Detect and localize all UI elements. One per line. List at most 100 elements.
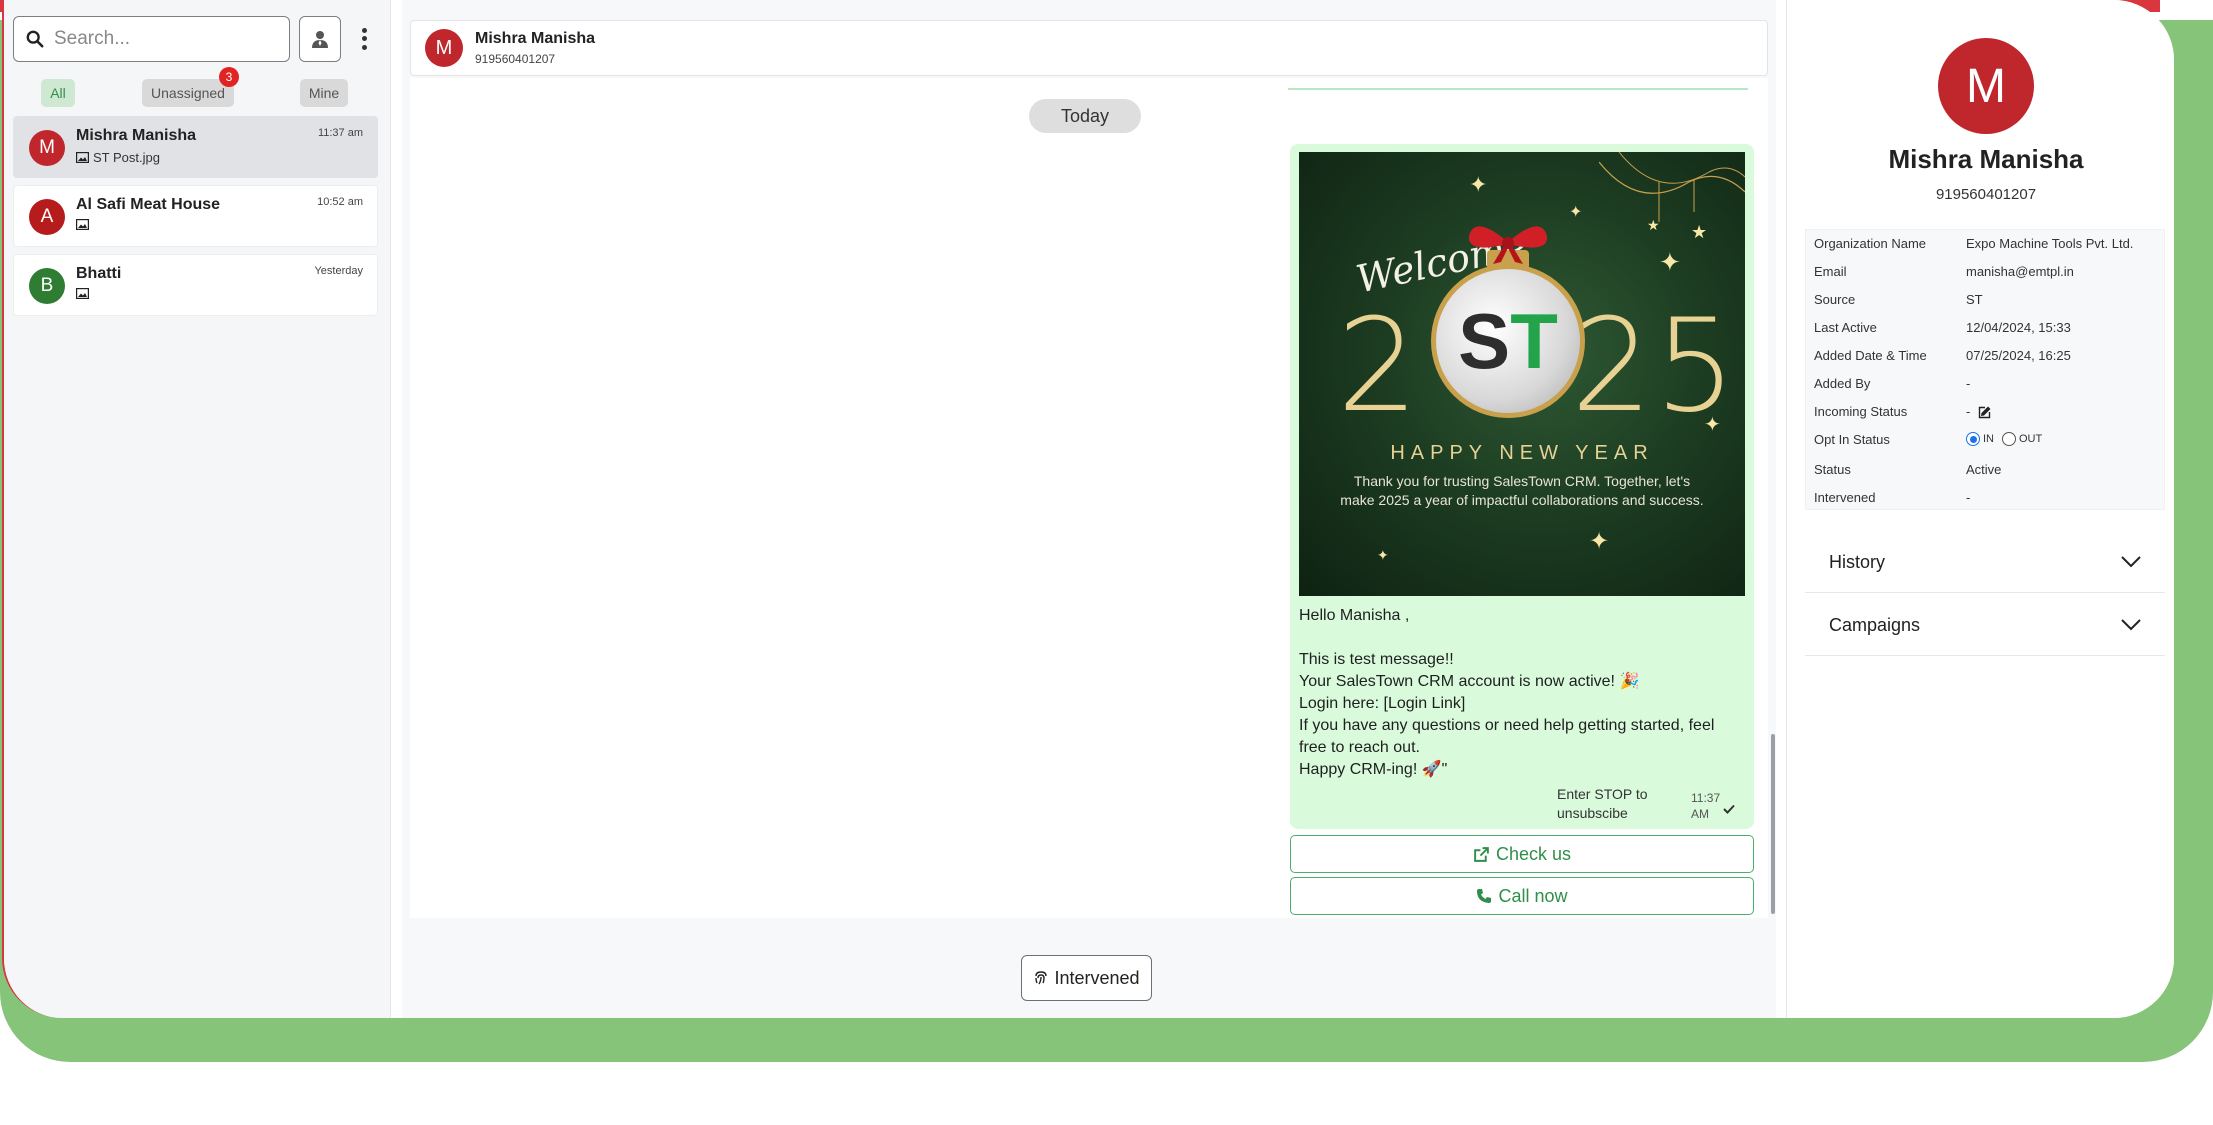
conversation-preview bbox=[76, 288, 89, 299]
info-label: Intervened bbox=[1814, 490, 1876, 505]
message-list[interactable]: Today ✦ ✦ ✦ ★ ★ ✦ ✦ ✦ Welcome 2 25 S T H… bbox=[410, 78, 1775, 918]
sent-check-icon bbox=[1723, 804, 1735, 814]
info-value: - bbox=[1966, 376, 1971, 391]
filter-all[interactable]: All bbox=[41, 79, 75, 107]
contacts-button[interactable] bbox=[299, 16, 341, 62]
search-input[interactable] bbox=[54, 28, 274, 50]
outgoing-message-bubble: ✦ ✦ ✦ ★ ★ ✦ ✦ ✦ Welcome 2 25 S T HAPPY N… bbox=[1290, 144, 1754, 829]
avatar: A bbox=[29, 199, 65, 235]
poster-headline: HAPPY NEW YEAR bbox=[1390, 442, 1654, 464]
contact-phone: 919560401207 bbox=[1935, 186, 2037, 203]
message-image[interactable]: ✦ ✦ ✦ ★ ★ ✦ ✦ ✦ Welcome 2 25 S T HAPPY N… bbox=[1299, 152, 1745, 596]
search-box bbox=[13, 16, 290, 62]
chat-header: M Mishra Manisha 919560401207 bbox=[410, 20, 1768, 76]
avatar: M bbox=[29, 130, 65, 166]
radio-dot bbox=[1966, 432, 1980, 446]
logo-letter-t: T bbox=[1510, 296, 1558, 385]
info-label: Added Date & Time bbox=[1814, 348, 1927, 363]
call-now-button[interactable]: Call now bbox=[1290, 877, 1754, 915]
external-link-icon bbox=[1474, 846, 1489, 862]
info-label: Last Active bbox=[1814, 320, 1877, 335]
poster-year-left: 2 bbox=[1337, 292, 1421, 441]
info-label: Incoming Status bbox=[1814, 404, 1908, 419]
info-value: - bbox=[1966, 404, 1971, 419]
opt-in-radio-group: IN OUT bbox=[1966, 432, 2166, 446]
info-value: Active bbox=[1966, 462, 2002, 477]
info-value: manisha@emtpl.in bbox=[1966, 264, 2074, 279]
radio-dot bbox=[2002, 432, 2016, 446]
contact-info-table: Organization Name Expo Machine Tools Pvt… bbox=[1805, 229, 2165, 510]
previous-message-edge bbox=[1288, 88, 1748, 90]
user-icon bbox=[312, 31, 328, 48]
message-footer: Enter STOP to unsubscibe bbox=[1557, 786, 1648, 821]
chat-scrollbar[interactable] bbox=[1771, 734, 1775, 914]
conversation-preview bbox=[76, 219, 89, 230]
message-text: Hello Manisha , This is test message!! Y… bbox=[1299, 607, 1715, 778]
chevron-down-icon bbox=[2121, 619, 2141, 631]
conversation-item[interactable]: M Mishra Manisha ST Post.jpg 11:37 am bbox=[13, 116, 378, 178]
accordion-history[interactable]: History bbox=[1805, 530, 2165, 593]
radio-label: OUT bbox=[2019, 433, 2043, 445]
contact-name: Mishra Manisha bbox=[1888, 144, 2084, 174]
radio-label: IN bbox=[1983, 433, 1994, 445]
avatar: B bbox=[29, 268, 65, 304]
check-us-label: Check us bbox=[1495, 843, 1572, 864]
call-now-label: Call now bbox=[1498, 885, 1568, 906]
intervened-button[interactable]: Intervened bbox=[1021, 955, 1152, 1001]
opt-in-radio-in[interactable]: IN bbox=[1966, 432, 1994, 446]
chat-panel: M Mishra Manisha 919560401207 Today ✦ ✦ … bbox=[402, 0, 1776, 1018]
info-label: Added By bbox=[1814, 376, 1871, 391]
info-value-wrap: - bbox=[1966, 404, 2166, 419]
avatar: M bbox=[425, 29, 463, 67]
check-us-button[interactable]: Check us bbox=[1290, 835, 1754, 873]
unassigned-count-badge: 3 bbox=[219, 67, 239, 87]
date-divider: Today bbox=[1029, 99, 1141, 133]
chat-contact-name: Mishra Manisha bbox=[475, 30, 596, 47]
contact-details-panel: M Mishra Manisha 919560401207 Organizati… bbox=[1786, 0, 2174, 1018]
accordion-title: Campaigns bbox=[1829, 615, 1921, 635]
info-value: - bbox=[1966, 490, 1971, 505]
phone-icon bbox=[1477, 889, 1492, 903]
conversation-name: Bhatti bbox=[76, 265, 122, 282]
chat-contact-phone: 919560401207 bbox=[475, 52, 556, 66]
intervened-label: Intervened bbox=[1054, 967, 1140, 988]
image-icon bbox=[76, 288, 89, 299]
contact-avatar: M bbox=[1938, 38, 2034, 134]
accordion-campaigns[interactable]: Campaigns bbox=[1805, 593, 2165, 656]
info-label: Status bbox=[1814, 462, 1851, 477]
conversation-time: Yesterday bbox=[314, 265, 363, 277]
conversation-preview-text: ST Post.jpg bbox=[93, 150, 160, 165]
image-icon bbox=[76, 219, 89, 230]
poster-year-right: 25 bbox=[1571, 292, 1738, 441]
info-value: Expo Machine Tools Pvt. Ltd. bbox=[1966, 236, 2134, 251]
message-time: 11:37 AM bbox=[1691, 791, 1721, 821]
conversation-time: 10:52 am bbox=[317, 196, 363, 208]
image-icon bbox=[76, 152, 89, 163]
fingerprint-icon bbox=[1035, 971, 1048, 985]
info-value: ST bbox=[1966, 292, 1983, 307]
info-label: Source bbox=[1814, 292, 1856, 307]
edit-icon[interactable] bbox=[1978, 405, 1992, 419]
accordion-title: History bbox=[1829, 552, 1886, 572]
poster-logo-ornament: ST bbox=[1431, 264, 1585, 418]
info-value: 12/04/2024, 15:33 bbox=[1966, 320, 2071, 335]
hanging-lights-decoration bbox=[1599, 152, 1745, 222]
logo-letter-s: S bbox=[1458, 296, 1511, 385]
opt-in-radio-out[interactable]: OUT bbox=[2002, 432, 2042, 446]
conversation-name: Mishra Manisha bbox=[76, 127, 197, 144]
conversation-time: 11:37 am bbox=[317, 127, 363, 139]
poster-thanks-text: Thank you for trusting SalesTown CRM. To… bbox=[1340, 473, 1704, 508]
ribbon-bow-icon bbox=[1468, 226, 1548, 264]
info-label: Opt In Status bbox=[1814, 432, 1890, 447]
conversation-item[interactable]: B Bhatti Yesterday bbox=[13, 254, 378, 316]
conversation-sidebar: All Unassigned 3 Mine M Mishra Manisha S… bbox=[4, 0, 391, 1018]
info-value: 07/25/2024, 16:25 bbox=[1966, 348, 2071, 363]
chevron-down-icon bbox=[2121, 556, 2141, 568]
conversation-item[interactable]: A Al Safi Meat House 10:52 am bbox=[13, 185, 378, 247]
conversation-preview: ST Post.jpg bbox=[76, 150, 160, 165]
search-icon bbox=[26, 30, 44, 48]
more-options-icon[interactable] bbox=[354, 26, 374, 52]
info-label: Organization Name bbox=[1814, 236, 1926, 251]
info-label: Email bbox=[1814, 264, 1847, 279]
filter-mine[interactable]: Mine bbox=[300, 79, 348, 107]
